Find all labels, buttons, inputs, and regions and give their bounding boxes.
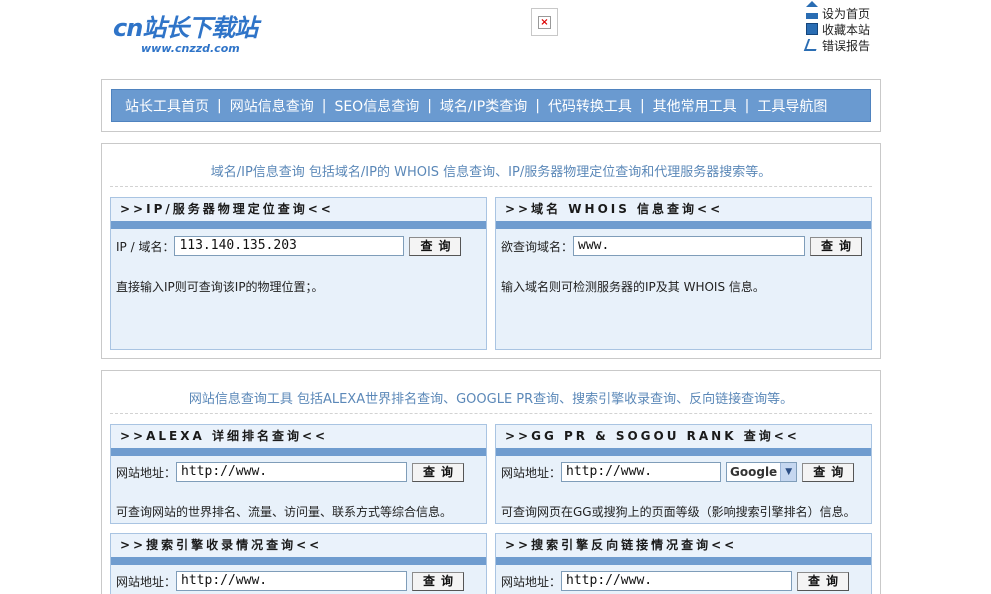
nav-item-code-convert[interactable]: 代码转换工具 <box>548 96 632 116</box>
alexa-panel: >>ALEXA 详细排名查询<< 网站地址： http://www. 查询 可查… <box>110 424 487 524</box>
panel-heading: >>IP/服务器物理定位查询<< <box>111 198 486 229</box>
logo-url: www.cnzzd.com <box>141 42 240 55</box>
url-field-label: 网站地址： <box>116 574 177 589</box>
chevron-down-icon[interactable]: ▼ <box>780 463 797 481</box>
url-field-label: 网站地址： <box>501 574 562 589</box>
domain-ip-section: 域名/IP信息查询 包括域名/IP的 WHOIS 信息查询、IP/服务器物理定位… <box>101 143 881 359</box>
dashed-divider <box>110 413 872 414</box>
site-info-section: 网站信息查询工具 包括ALEXA世界排名查询、GOOGLE PR查询、搜索引擎收… <box>101 370 881 594</box>
set-homepage-label: 设为首页 <box>822 6 871 21</box>
alexa-query-button[interactable]: 查询 <box>412 462 465 482</box>
panel-heading: >>搜索引擎收录情况查询<< <box>111 534 486 565</box>
backlink-panel: >>搜索引擎反向链接情况查询<< 网站地址： http://www. 查询 <box>495 533 872 594</box>
url-field-label: 网站地址： <box>116 465 177 480</box>
nav-separator: | <box>217 97 222 114</box>
nav-item-domain-ip[interactable]: 域名/IP类查询 <box>440 96 527 116</box>
nav-item-other-tools[interactable]: 其他常用工具 <box>653 96 737 116</box>
set-homepage-link[interactable]: 设为首页 <box>806 1 886 21</box>
search-engine-select[interactable]: Google ▼ <box>726 462 798 482</box>
domain-field-label: 欲查询域名： <box>501 239 574 254</box>
url-field-label: 网站地址： <box>501 465 562 480</box>
nav-item-home[interactable]: 站长工具首页 <box>125 96 209 116</box>
panel-description: 可查询网页在GG或搜狗上的页面等级（影响搜索引擎排名）信息。 <box>501 505 856 519</box>
bookmark-site-label: 收藏本站 <box>822 22 871 37</box>
broken-image-icon: × <box>538 16 551 29</box>
panel-description: 直接输入IP则可查询该IP的物理位置；。 <box>116 280 324 294</box>
panel-heading: >>GG PR & SOGOU RANK 查询<< <box>496 425 871 456</box>
whois-panel: >>域名 WHOIS 信息查询<< 欲查询域名： www. 查询 输入域名则可检… <box>495 197 872 350</box>
nav-item-seo-info[interactable]: SEO信息查询 <box>334 96 419 116</box>
section-title: 网站信息查询工具 包括ALEXA世界排名查询、GOOGLE PR查询、搜索引擎收… <box>188 392 794 407</box>
edit-icon <box>803 39 821 51</box>
search-engine-selected: Google <box>730 465 778 479</box>
indexing-panel: >>搜索引擎收录情况查询<< 网站地址： http://www. 查询 <box>110 533 487 594</box>
bookmark-site-link[interactable]: 收藏本站 <box>806 21 886 37</box>
nav-separator: | <box>321 97 327 114</box>
nav-separator: | <box>427 97 432 114</box>
home-icon <box>806 1 818 19</box>
nav-separator: | <box>639 97 645 114</box>
bookmark-icon <box>806 23 818 35</box>
nav-separator: | <box>744 97 750 114</box>
top-links: 设为首页 收藏本站 错误报告 <box>803 1 886 53</box>
nav-separator: | <box>535 97 540 114</box>
panel-heading: >>域名 WHOIS 信息查询<< <box>496 198 871 229</box>
panel-heading: >>搜索引擎反向链接情况查询<< <box>496 534 871 565</box>
pagerank-query-row: 网站地址： http://www. Google ▼ 查询 <box>501 462 855 482</box>
error-report-label: 错误报告 <box>822 38 871 53</box>
dashed-divider <box>110 186 872 187</box>
domain-input[interactable]: www. <box>573 236 806 256</box>
whois-query-button[interactable]: 查询 <box>810 236 863 256</box>
backlink-url-input[interactable]: http://www. <box>561 571 793 591</box>
main-nav: 站长工具首页 | 网站信息查询 | SEO信息查询 | 域名/IP类查询 | 代… <box>111 89 871 122</box>
indexing-query-button[interactable]: 查询 <box>412 571 465 591</box>
ip-input[interactable]: 113.140.135.203 <box>174 236 405 256</box>
site-logo[interactable]: cn站长下载站 www.cnzzd.com <box>113 14 303 60</box>
pagerank-query-button[interactable]: 查询 <box>802 462 855 482</box>
backlink-query-row: 网站地址： http://www. 查询 <box>501 571 850 591</box>
nav-frame: 站长工具首页 | 网站信息查询 | SEO信息查询 | 域名/IP类查询 | 代… <box>101 79 881 132</box>
ip-query-row: IP / 域名： 113.140.135.203 查询 <box>116 236 462 256</box>
alexa-url-input[interactable]: http://www. <box>176 462 408 482</box>
ip-query-button[interactable]: 查询 <box>409 236 462 256</box>
panel-description: 可查询网站的世界排名、流量、访问量、联系方式等综合信息。 <box>116 505 453 519</box>
panel-heading: >>ALEXA 详细排名查询<< <box>111 425 486 456</box>
broken-image-placeholder: × <box>531 8 558 36</box>
pagerank-panel: >>GG PR & SOGOU RANK 查询<< 网站地址： http://w… <box>495 424 872 524</box>
alexa-query-row: 网站地址： http://www. 查询 <box>116 462 465 482</box>
ip-location-panel: >>IP/服务器物理定位查询<< IP / 域名： 113.140.135.20… <box>110 197 487 350</box>
backlink-query-button[interactable]: 查询 <box>797 571 850 591</box>
nav-item-site-info[interactable]: 网站信息查询 <box>230 96 314 116</box>
ip-field-label: IP / 域名： <box>116 239 175 254</box>
panel-description: 输入域名则可检测服务器的IP及其 WHOIS 信息。 <box>501 280 765 294</box>
nav-item-tool-map[interactable]: 工具导航图 <box>757 96 827 116</box>
section-title: 域名/IP信息查询 包括域名/IP的 WHOIS 信息查询、IP/服务器物理定位… <box>210 165 772 180</box>
error-report-link[interactable]: 错误报告 <box>803 37 886 53</box>
logo-text: cn站长下载站 <box>113 14 258 42</box>
whois-query-row: 欲查询域名： www. 查询 <box>501 236 863 256</box>
indexing-url-input[interactable]: http://www. <box>176 571 408 591</box>
indexing-query-row: 网站地址： http://www. 查询 <box>116 571 465 591</box>
pagerank-url-input[interactable]: http://www. <box>561 462 722 482</box>
